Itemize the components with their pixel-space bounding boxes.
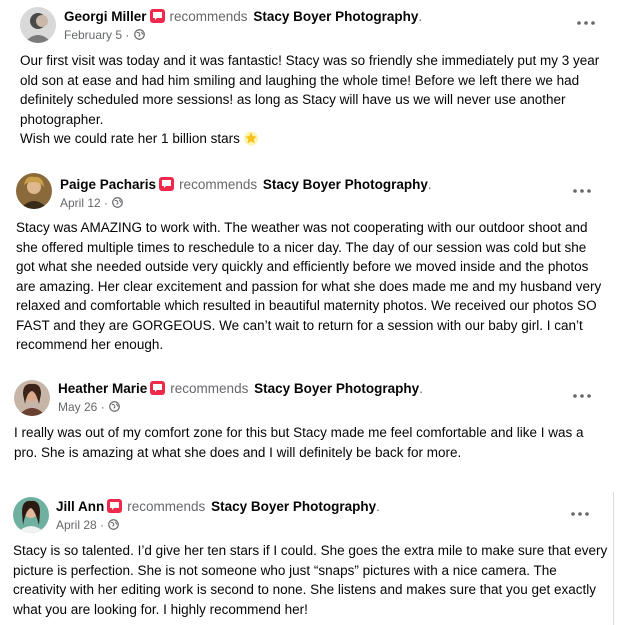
globe-icon bbox=[112, 197, 124, 208]
avatar[interactable] bbox=[16, 173, 52, 209]
meta-separator: · bbox=[100, 196, 112, 210]
author-name[interactable]: Heather Marie bbox=[58, 381, 147, 396]
review-header: Jill Ann recommends Stacy Boyer Photograp… bbox=[56, 498, 380, 516]
recommends-text: recommends bbox=[179, 177, 258, 192]
globe-icon bbox=[109, 401, 120, 412]
header-dot: . bbox=[418, 9, 423, 24]
recommend-badge-icon bbox=[149, 9, 165, 23]
review-meta: February 5 · bbox=[64, 28, 145, 42]
more-options-icon bbox=[573, 189, 591, 193]
more-options-button[interactable] bbox=[572, 392, 592, 400]
author-name[interactable]: Paige Pacharis bbox=[60, 177, 156, 192]
recommend-badge-icon bbox=[150, 381, 166, 395]
globe-icon bbox=[108, 519, 120, 530]
page-name-link[interactable]: Stacy Boyer Photography bbox=[263, 177, 428, 192]
avatar[interactable] bbox=[20, 7, 56, 43]
review-header: Heather Marie recommends Stacy Boyer Phot… bbox=[58, 380, 423, 398]
avatar[interactable] bbox=[13, 497, 49, 533]
page-name-link[interactable]: Stacy Boyer Photography bbox=[253, 9, 418, 24]
glowing-star-emoji bbox=[243, 131, 258, 146]
review-header: Paige Pacharis recommends Stacy Boyer Pho… bbox=[60, 176, 432, 194]
meta-separator: · bbox=[122, 28, 133, 42]
recommend-badge-icon bbox=[159, 177, 175, 191]
meta-separator: · bbox=[96, 518, 108, 532]
avatar[interactable] bbox=[14, 380, 50, 416]
review-date[interactable]: April 28 bbox=[56, 518, 97, 532]
header-dot: . bbox=[419, 381, 423, 396]
header-dot: . bbox=[376, 499, 380, 514]
review-text: Stacy was AMAZING to work with. The weat… bbox=[16, 220, 602, 352]
review-meta: April 28 · bbox=[56, 518, 120, 532]
review-date[interactable]: May 26 bbox=[58, 400, 97, 414]
review-text-container: Our first visit was today and it was fan… bbox=[20, 51, 599, 149]
review-meta: April 12 · bbox=[60, 196, 124, 210]
more-options-button[interactable] bbox=[570, 510, 590, 518]
recommends-text: recommends bbox=[127, 499, 206, 514]
card-border bbox=[613, 492, 614, 625]
header-dot: . bbox=[427, 177, 432, 192]
review-date[interactable]: February 5 bbox=[64, 28, 122, 42]
recommends-text: recommends bbox=[169, 9, 248, 24]
meta-separator: · bbox=[97, 400, 109, 414]
review-date[interactable]: April 12 bbox=[60, 196, 101, 210]
page-name-link[interactable]: Stacy Boyer Photography bbox=[211, 499, 376, 514]
review-header: Georgi Miller recommends Stacy Boyer Phot… bbox=[64, 8, 422, 26]
recommend-badge-icon bbox=[107, 499, 123, 513]
more-options-icon bbox=[571, 512, 589, 516]
more-options-icon bbox=[573, 394, 591, 398]
more-options-icon bbox=[577, 21, 595, 25]
review-text: Our first visit was today and it was fan… bbox=[20, 53, 600, 146]
review-text: Stacy is so talented. I’d give her ten s… bbox=[13, 543, 608, 617]
review-meta: May 26 · bbox=[58, 400, 120, 414]
globe-icon bbox=[133, 29, 145, 40]
recommends-text: recommends bbox=[170, 381, 249, 396]
more-options-button[interactable] bbox=[572, 187, 592, 195]
more-options-button[interactable] bbox=[576, 19, 596, 27]
page-name-link[interactable]: Stacy Boyer Photography bbox=[254, 381, 419, 396]
author-name[interactable]: Georgi Miller bbox=[64, 9, 147, 24]
author-name[interactable]: Jill Ann bbox=[56, 499, 104, 514]
review-text: I really was out of my comfort zone for … bbox=[14, 425, 584, 460]
